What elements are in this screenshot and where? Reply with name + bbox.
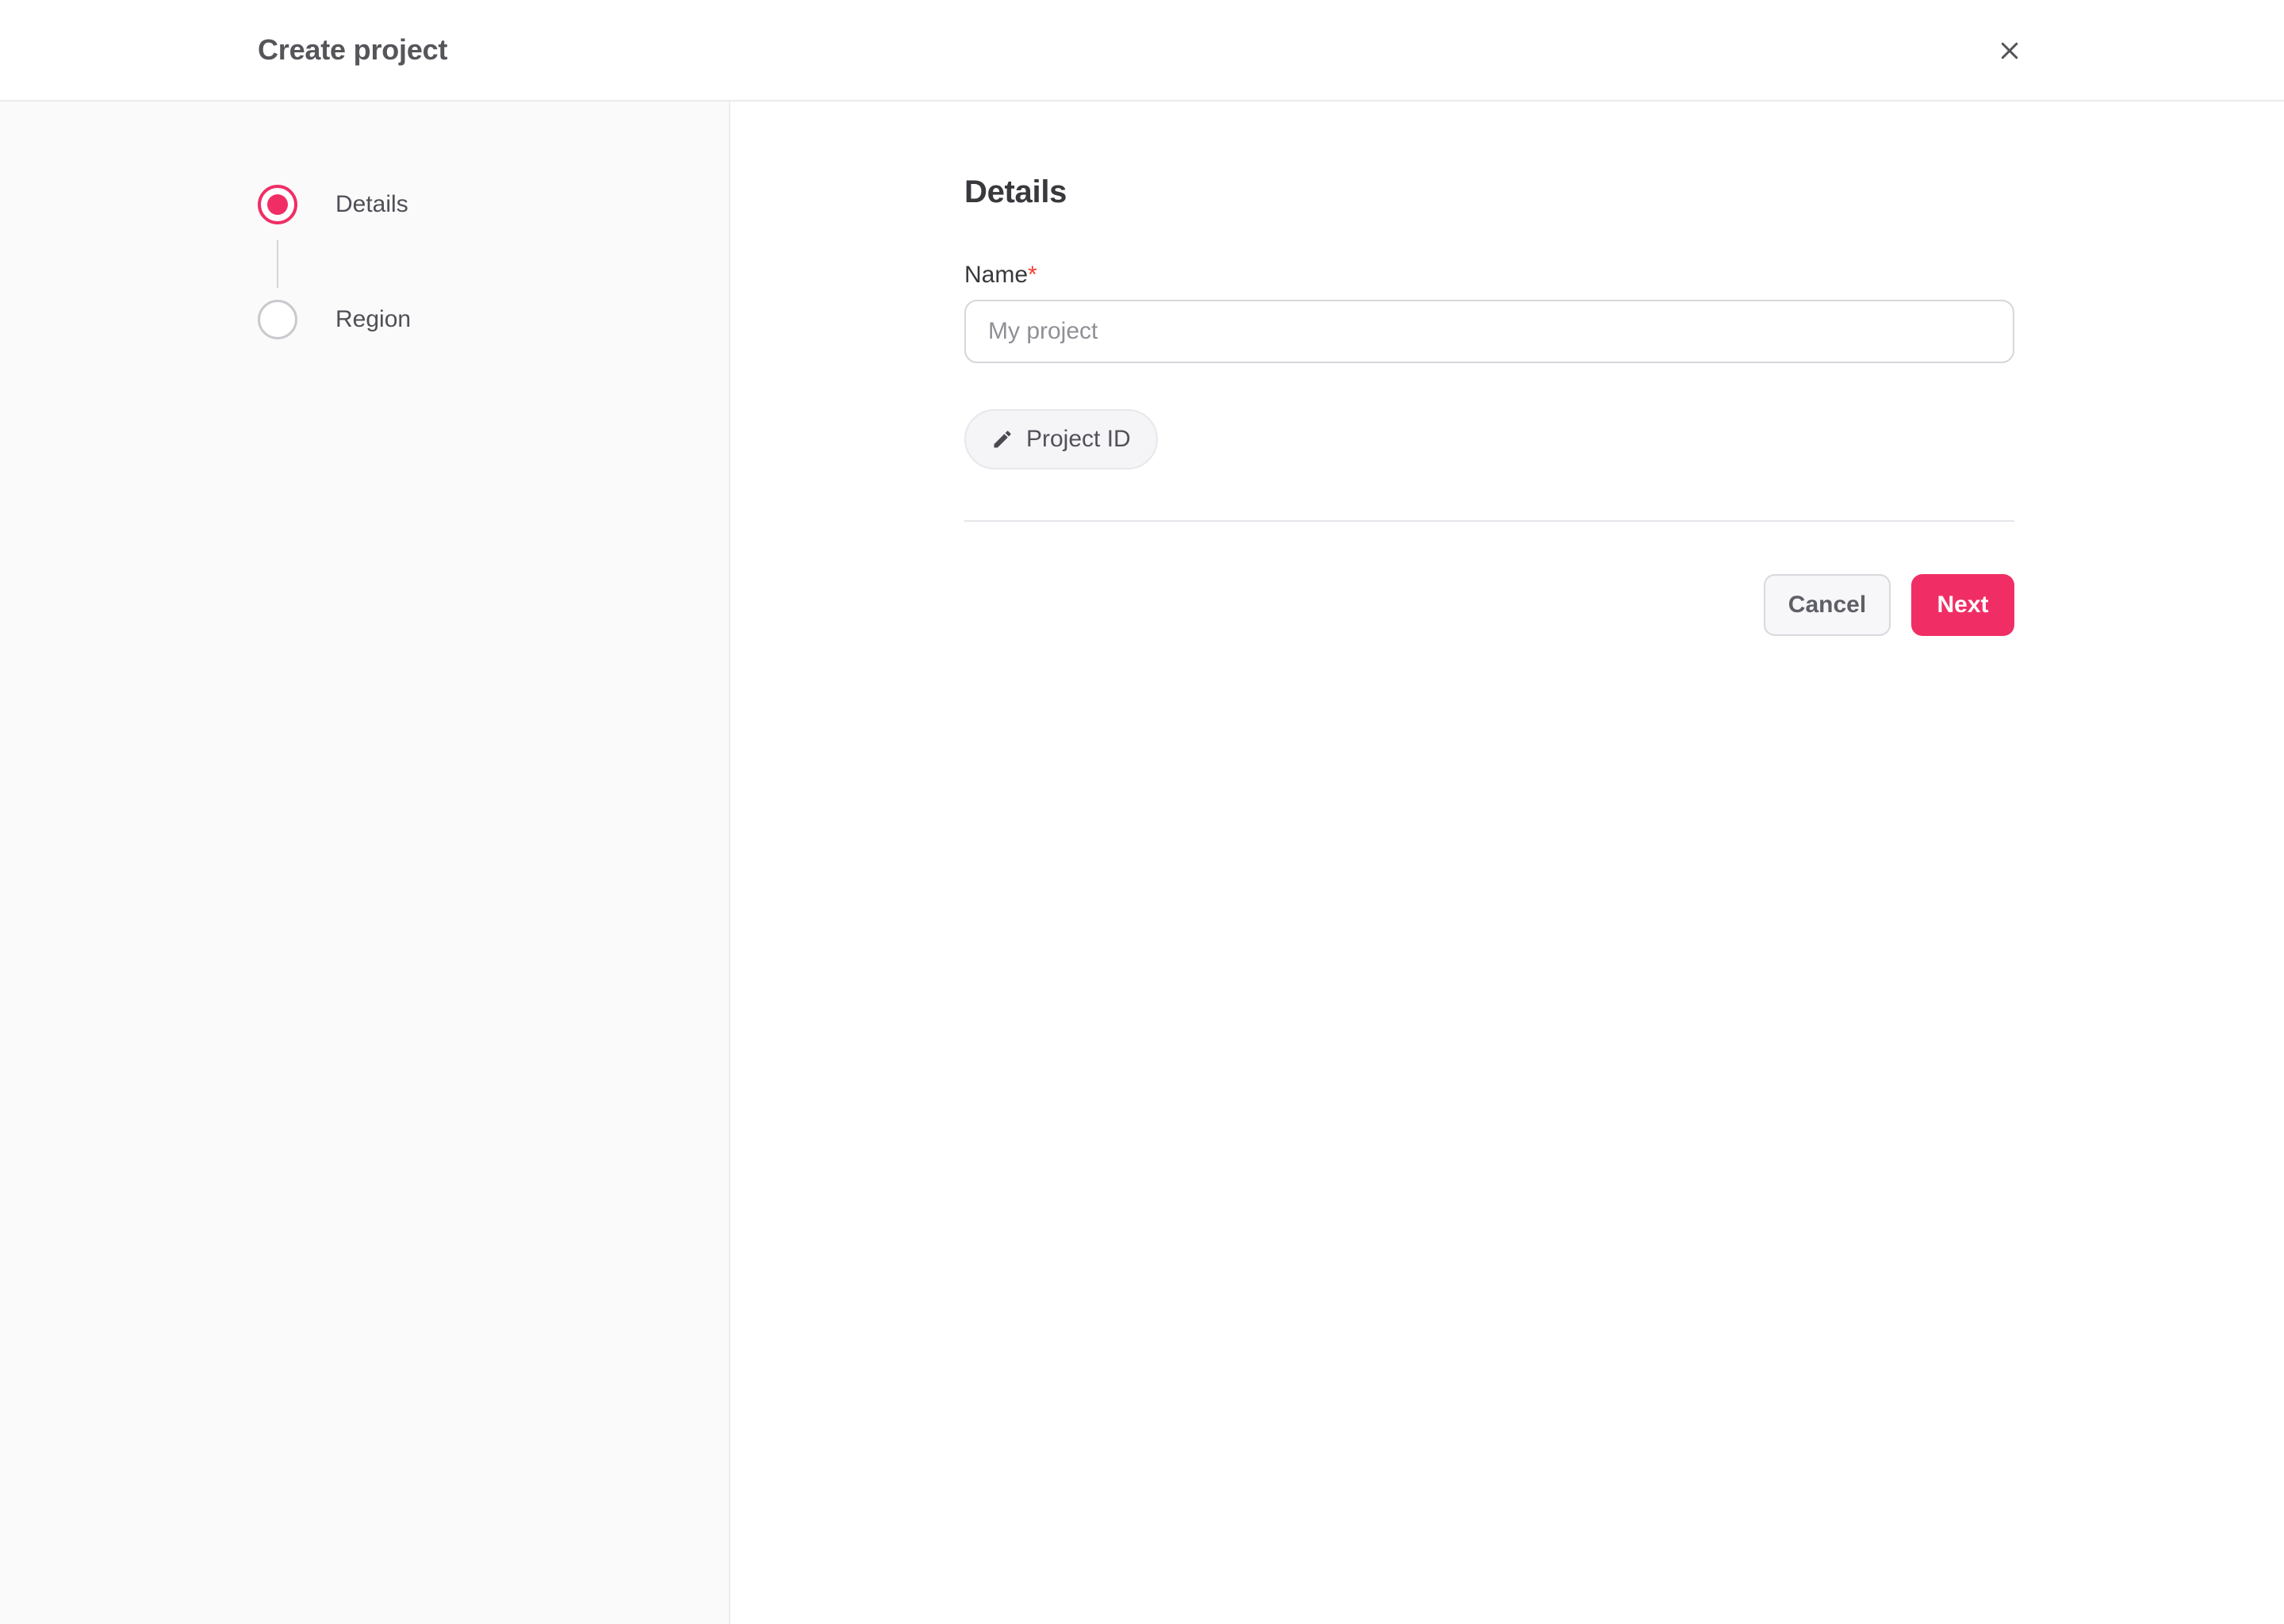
stepper-step-region[interactable]: Region xyxy=(258,300,411,339)
step-radio-upcoming-icon xyxy=(258,300,297,339)
modal-title: Create project xyxy=(258,33,448,66)
stepper-step-details[interactable]: Details xyxy=(258,185,408,224)
project-id-button-label: Project ID xyxy=(1026,426,1131,452)
stepper-sidebar: Details Region xyxy=(0,102,730,1624)
create-project-modal: Create project Details Region Details Na… xyxy=(0,0,2284,1624)
edit-pencil-icon xyxy=(991,428,1014,450)
step-radio-current-icon xyxy=(258,185,297,224)
step-label-region: Region xyxy=(335,306,412,332)
name-field-label: Name* xyxy=(964,260,2014,290)
form-divider xyxy=(964,520,2014,522)
step-label-details: Details xyxy=(335,191,408,217)
step-radio-dot xyxy=(267,194,288,215)
project-id-button[interactable]: Project ID xyxy=(964,409,1158,469)
next-button[interactable]: Next xyxy=(1911,574,2014,636)
modal-body: Details Region Details Name* My project … xyxy=(0,102,2284,1624)
close-button[interactable] xyxy=(1991,32,2029,70)
modal-header: Create project xyxy=(0,0,2284,102)
form-panel: Details Name* Project ID Cancel xyxy=(730,102,2284,1624)
required-asterisk: * xyxy=(1028,262,1037,288)
name-label-text: Name xyxy=(964,262,1029,288)
form-container: Details Name* Project ID Cancel xyxy=(964,102,2014,636)
project-name-input[interactable] xyxy=(964,300,2014,363)
stepper-connector-line xyxy=(277,240,278,288)
form-actions: Cancel Next xyxy=(964,574,2014,636)
form-heading: Details xyxy=(964,174,1067,209)
cancel-button[interactable]: Cancel xyxy=(1764,574,1891,636)
close-icon xyxy=(1998,39,2021,63)
